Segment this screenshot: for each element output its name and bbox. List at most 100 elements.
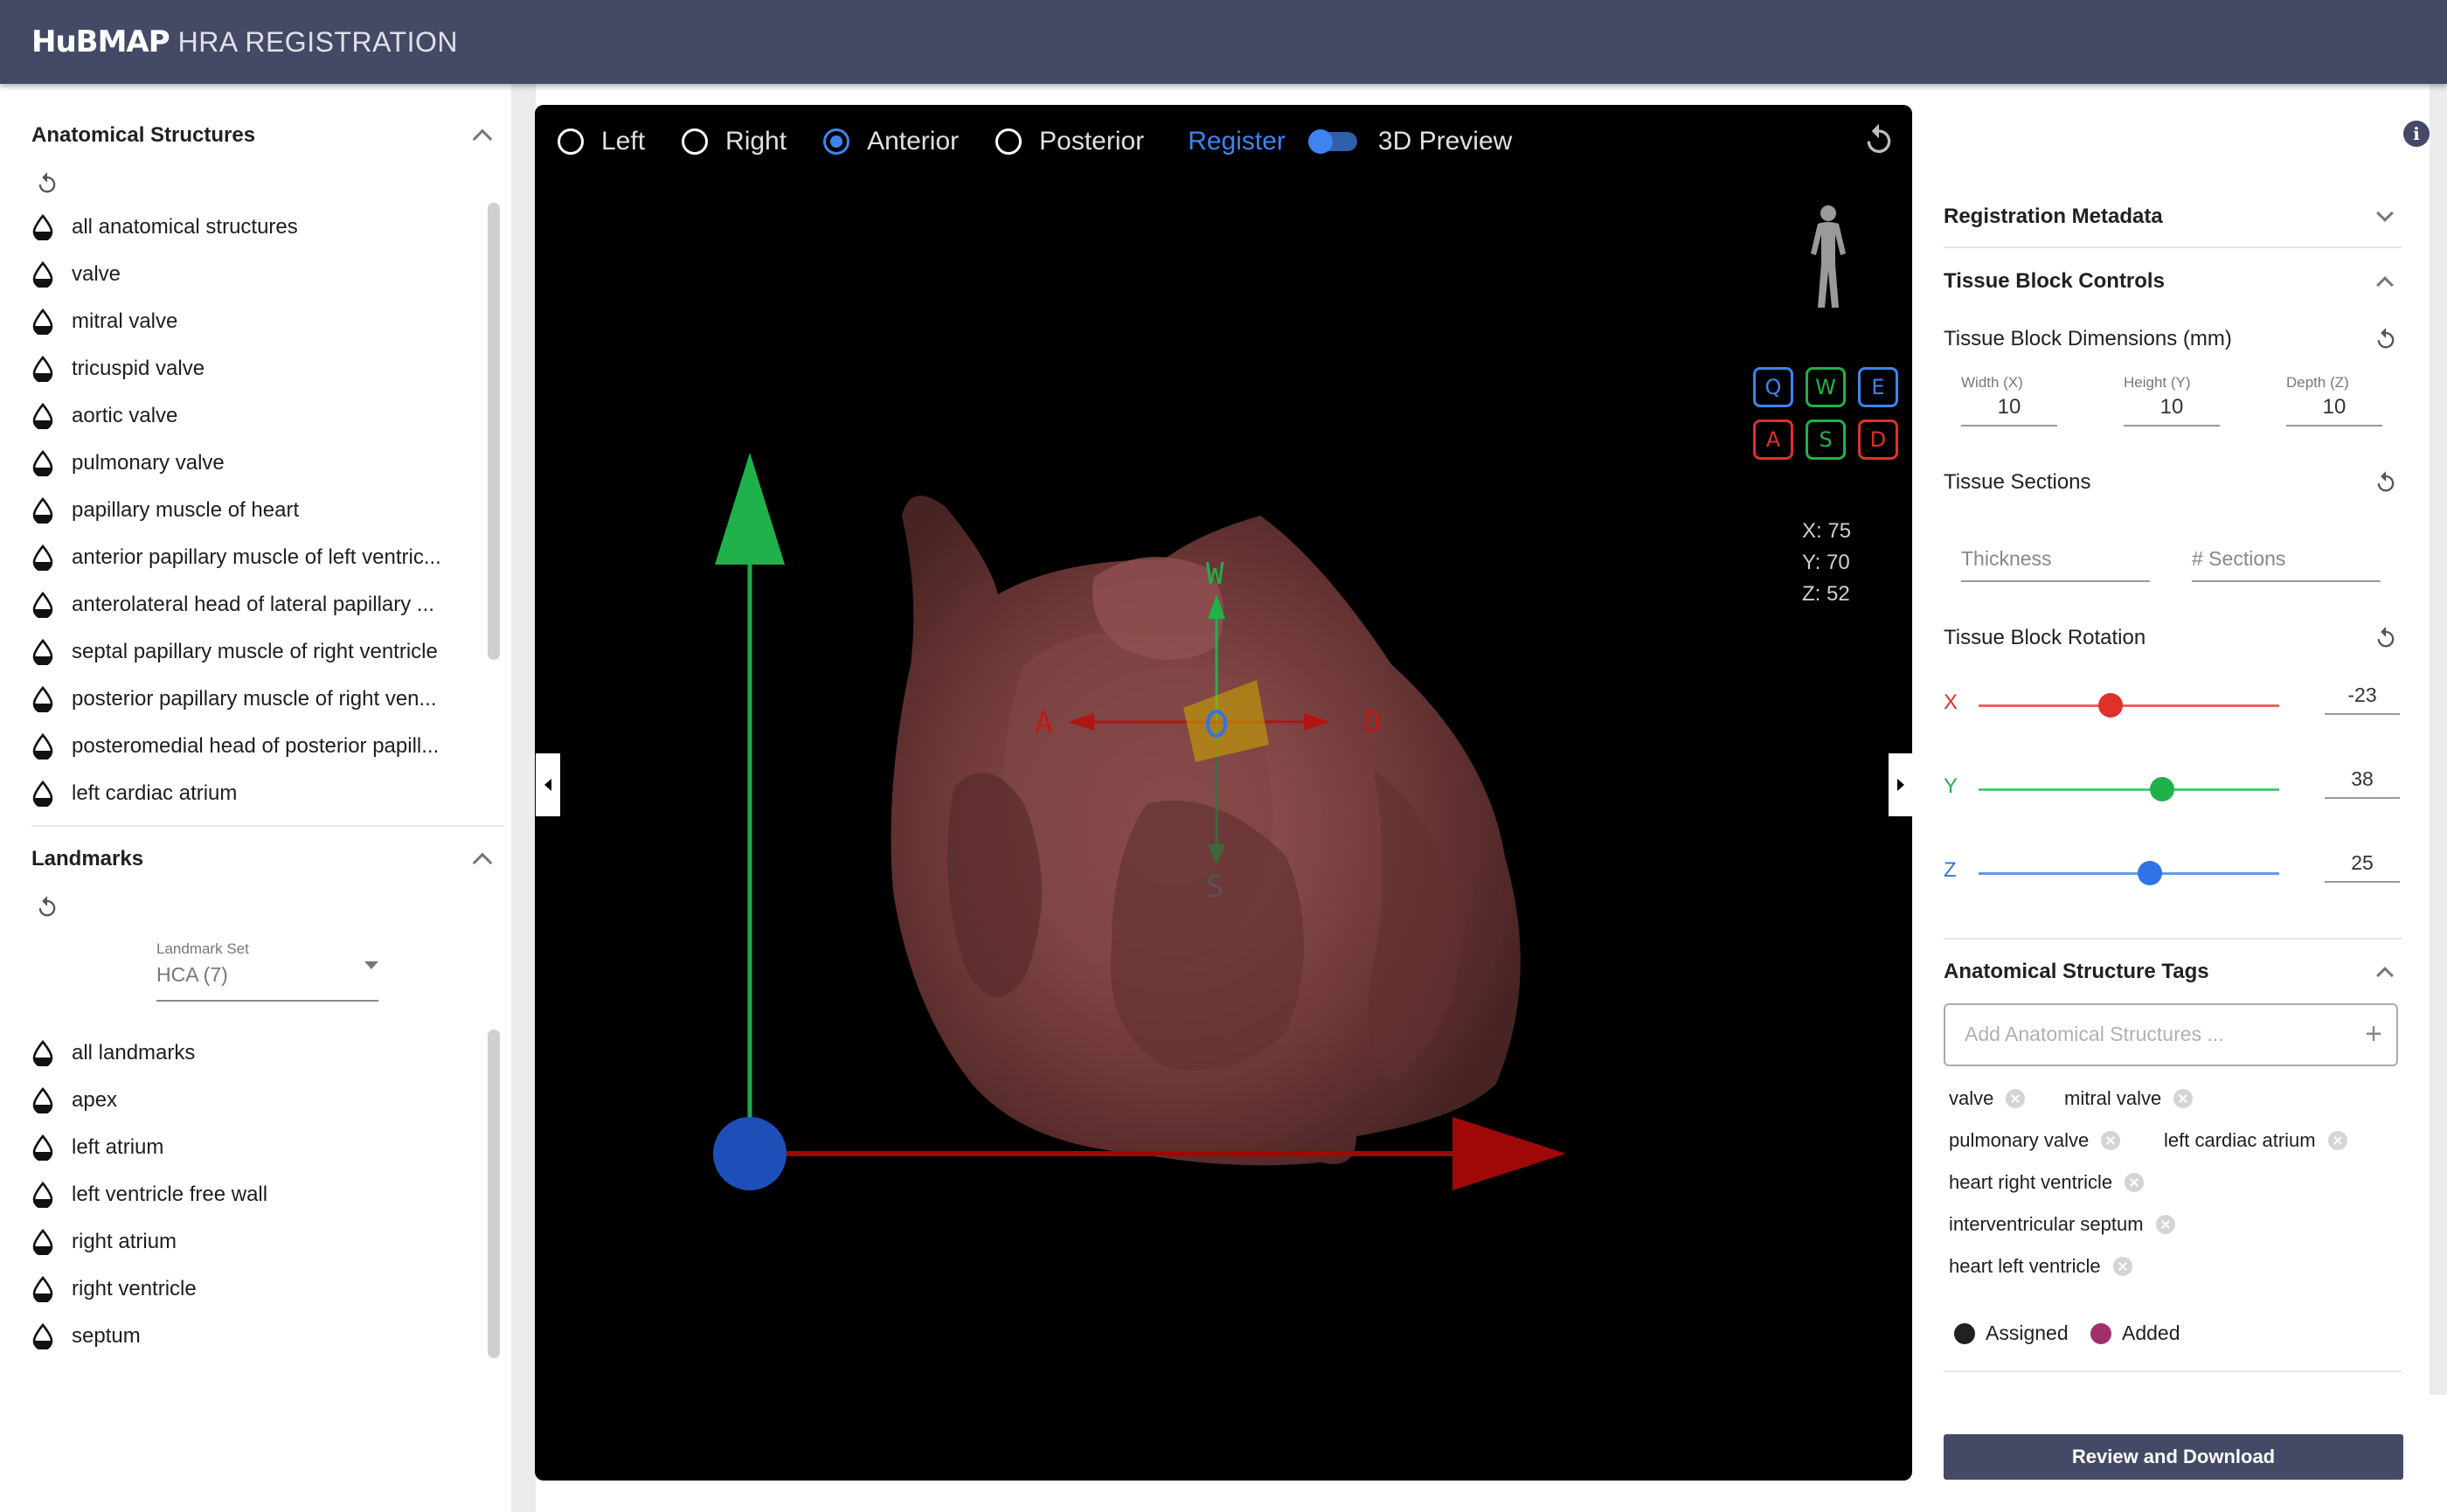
opacity-drop-icon[interactable] [31, 1040, 54, 1066]
chevron-up-icon[interactable] [2376, 967, 2394, 984]
opacity-drop-icon[interactable] [31, 1087, 54, 1113]
remove-tag-icon[interactable] [2173, 1089, 2194, 1108]
landmarks-scrollbar[interactable] [488, 1030, 500, 1358]
opacity-drop-icon[interactable] [31, 1229, 54, 1255]
landmark-list-item[interactable]: left atrium [31, 1124, 486, 1171]
depth-value: 10 [2322, 395, 2346, 419]
rotation-value-input[interactable]: 38 [2325, 762, 2400, 799]
remove-tag-icon[interactable] [2006, 1089, 2026, 1108]
opacity-drop-icon[interactable] [31, 261, 54, 288]
anatomical-structure-list-item[interactable]: anterolateral head of lateral papillary … [31, 581, 486, 628]
anatomical-structure-list-item[interactable]: tricuspid valve [31, 345, 486, 392]
remove-tag-icon[interactable] [2125, 1173, 2145, 1192]
anatomical-structures-scrollbar[interactable] [488, 203, 500, 660]
depth-field[interactable]: Depth (Z) 10 [2286, 374, 2382, 427]
tissue-block-controls-header[interactable]: Tissue Block Controls [1944, 264, 2402, 299]
tags-header[interactable]: Anatomical Structure Tags [1944, 954, 2402, 989]
reset-icon[interactable] [35, 895, 59, 919]
anatomical-structure-list-item[interactable]: anterior papillary muscle of left ventri… [31, 534, 486, 581]
rotation-value-input[interactable]: 25 [2325, 846, 2400, 883]
collapse-left-panel-button[interactable] [536, 753, 560, 816]
review-and-download-button[interactable]: Review and Download [1944, 1434, 2403, 1480]
opacity-drop-icon[interactable] [31, 309, 54, 335]
added-legend-dot [2090, 1323, 2111, 1344]
left-panel-gutter [511, 84, 536, 1512]
chevron-up-icon[interactable] [472, 128, 493, 149]
anatomical-structure-list-item[interactable]: aortic valve [31, 392, 486, 440]
chevron-down-icon[interactable] [2376, 205, 2394, 222]
landmark-list-item[interactable]: right atrium [31, 1218, 486, 1266]
opacity-drop-icon[interactable] [31, 450, 54, 476]
anatomical-structure-list-item[interactable]: papillary muscle of heart [31, 487, 486, 534]
opacity-drop-icon[interactable] [31, 592, 54, 618]
add-structure-input[interactable]: Add Anatomical Structures ... + [1944, 1003, 2398, 1066]
opacity-drop-icon[interactable] [31, 780, 54, 807]
chevron-up-icon[interactable] [2376, 276, 2394, 294]
anatomical-structure-list-item[interactable]: all anatomical structures [31, 204, 486, 251]
opacity-drop-icon[interactable] [31, 1323, 54, 1349]
rotation-slider-thumb[interactable] [2138, 861, 2163, 885]
dimensions-title: Tissue Block Dimensions (mm) [1944, 327, 2232, 350]
opacity-drop-icon[interactable] [31, 356, 54, 382]
landmark-list-item[interactable]: all landmarks [31, 1030, 486, 1077]
opacity-drop-icon[interactable] [31, 1276, 54, 1302]
landmark-set-select[interactable]: Landmark Set HCA (7) [156, 935, 378, 1002]
opacity-drop-icon[interactable] [31, 544, 54, 571]
anatomical-structure-list-item[interactable]: pulmonary valve [31, 440, 486, 487]
reset-icon[interactable] [2374, 626, 2398, 650]
anatomical-structure-list-item[interactable]: valve [31, 251, 486, 298]
remove-tag-icon[interactable] [2155, 1215, 2175, 1234]
reset-icon[interactable] [35, 171, 59, 196]
section-divider [31, 825, 503, 827]
landmarks-title: Landmarks [31, 847, 144, 870]
right-panel-scrollbar[interactable] [2430, 84, 2447, 1395]
collapse-right-panel-button[interactable] [1889, 753, 1913, 816]
landmark-list-item[interactable]: apex [31, 1077, 486, 1124]
info-icon[interactable]: i [2403, 121, 2430, 147]
structure-tag: left cardiac atrium [2164, 1129, 2347, 1152]
rotation-slider-track[interactable] [1979, 872, 2279, 875]
remove-tag-icon[interactable] [2112, 1257, 2132, 1276]
landmark-list-item[interactable]: septum [31, 1313, 486, 1360]
landmark-list-item[interactable]: right ventricle [31, 1266, 486, 1313]
registration-metadata-header[interactable]: Registration Metadata [1944, 199, 2402, 234]
anatomical-structure-list-item[interactable]: septal papillary muscle of right ventric… [31, 628, 486, 676]
rotation-value-input[interactable]: -23 [2325, 678, 2400, 715]
thickness-input[interactable]: Thickness [1961, 538, 2150, 582]
anatomical-structures-header[interactable]: Anatomical Structures [31, 118, 498, 153]
anatomical-structure-list-item[interactable]: posterior papillary muscle of right ven.… [31, 676, 486, 723]
opacity-drop-icon[interactable] [31, 733, 54, 759]
anatomical-structure-list-item[interactable]: mitral valve [31, 298, 486, 345]
structure-tag: mitral valve [2064, 1087, 2194, 1110]
rotation-slider-thumb[interactable] [2149, 777, 2174, 801]
landmarks-header[interactable]: Landmarks [31, 842, 498, 877]
opacity-drop-icon[interactable] [31, 497, 54, 524]
width-field[interactable]: Width (X) 10 [1961, 374, 2057, 427]
anatomical-structure-list-item[interactable]: left cardiac atrium [31, 770, 486, 815]
opacity-drop-icon[interactable] [31, 639, 54, 665]
structure-tag-label: left cardiac atrium [2164, 1129, 2316, 1151]
opacity-drop-icon[interactable] [31, 1182, 54, 1208]
opacity-drop-icon[interactable] [31, 686, 54, 712]
chevron-up-icon[interactable] [472, 852, 493, 873]
opacity-drop-icon[interactable] [31, 214, 54, 240]
sections-count-input[interactable]: # Sections [2192, 538, 2381, 582]
reset-icon[interactable] [2374, 470, 2398, 495]
remove-tag-icon[interactable] [2101, 1131, 2121, 1150]
remove-tag-icon[interactable] [2327, 1131, 2347, 1150]
3d-viewport[interactable]: Left Right Anterior Posterior Register 3… [535, 105, 1912, 1481]
gizmo-label-s: S [1206, 870, 1224, 905]
landmark-list-item[interactable]: left ventricle free wall [31, 1171, 486, 1218]
hubmap-logo[interactable]: HuBMAP [31, 24, 170, 59]
plus-icon[interactable]: + [2365, 1019, 2382, 1049]
rotation-slider-track[interactable] [1979, 704, 2279, 707]
structure-tag-label: heart right ventricle [1949, 1171, 2113, 1193]
reset-icon[interactable] [2374, 327, 2398, 351]
3d-scene[interactable]: W A D S [535, 105, 1912, 1481]
anatomical-structure-list-item[interactable]: posteromedial head of posterior papill..… [31, 723, 486, 770]
opacity-drop-icon[interactable] [31, 403, 54, 429]
height-field[interactable]: Height (Y) 10 [2124, 374, 2220, 427]
opacity-drop-icon[interactable] [31, 1134, 54, 1161]
section-divider [1944, 1370, 2402, 1372]
rotation-slider-track[interactable] [1979, 788, 2279, 791]
